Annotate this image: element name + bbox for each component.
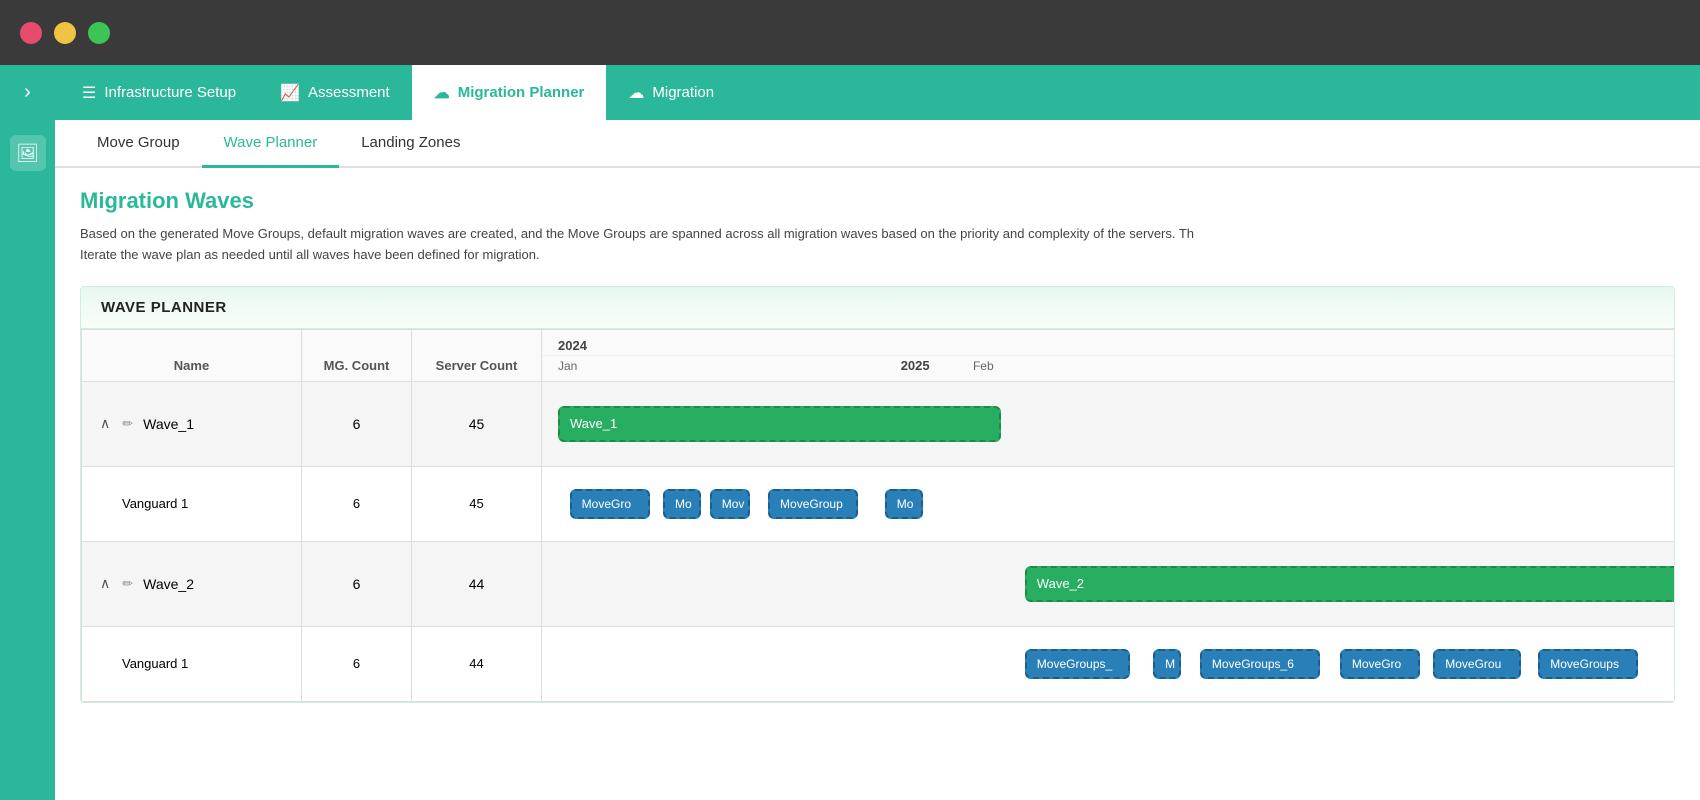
- gantt-bar-wave-0[interactable]: Wave_1: [558, 406, 1001, 442]
- gantt-bar-sub-1-0-1[interactable]: M: [1153, 649, 1181, 679]
- close-button[interactable]: [20, 22, 42, 44]
- th-name: Name: [82, 329, 302, 381]
- th-mg-count: MG. Count: [302, 329, 412, 381]
- nav-item-assessment[interactable]: 📈 Assessment: [258, 65, 412, 120]
- subgroup-mg-count-1-0: 6: [302, 626, 412, 701]
- nav-label-assessment: Assessment: [308, 84, 390, 101]
- subgroup-server-count-1-0: 44: [412, 626, 542, 701]
- gantt-bar-wave-1[interactable]: Wave_2: [1025, 566, 1675, 602]
- subgroup-name-cell-1-0: Vanguard 1: [82, 626, 302, 701]
- assessment-icon: 📈: [280, 83, 300, 103]
- wave-name-text-1: Wave_2: [143, 576, 194, 592]
- subgroup-row-1-0: Vanguard 1644MoveGroups_MMoveGroups_6Mov…: [82, 626, 1676, 701]
- wave-timeline-1: Wave_2: [542, 541, 1676, 626]
- wave-mg-count-0: 6: [302, 381, 412, 466]
- wave-row-1: ∧ ✏ Wave_2 644 Wave_2: [82, 541, 1676, 626]
- subgroup-server-count-0-0: 45: [412, 466, 542, 541]
- sidebar: 🖼: [0, 120, 55, 800]
- wave-planner-header: WAVE PLANNER: [81, 287, 1674, 329]
- nav-label-infrastructure: Infrastructure Setup: [104, 84, 236, 101]
- gantt-bar-sub-0-0-1[interactable]: Mo: [663, 489, 701, 519]
- nav-label-migration-planner: Migration Planner: [458, 84, 585, 101]
- content-area: Migration Waves Based on the generated M…: [55, 168, 1700, 723]
- wave-name-cell-0: ∧ ✏ Wave_1: [82, 381, 302, 466]
- wave-server-count-1: 44: [412, 541, 542, 626]
- gantt-bar-sub-0-0-3[interactable]: MoveGroup: [768, 489, 858, 519]
- title-bar: [0, 0, 1700, 65]
- top-nav: › ☰ Infrastructure Setup 📈 Assessment ☁ …: [0, 65, 1700, 120]
- tab-wave-planner[interactable]: Wave Planner: [202, 120, 340, 168]
- wave-mg-count-1: 6: [302, 541, 412, 626]
- gantt-bar-sub-1-0-2[interactable]: MoveGroups_6: [1200, 649, 1320, 679]
- wave-planner-box: WAVE PLANNER Name: [80, 286, 1675, 703]
- tabs-bar: Move Group Wave Planner Landing Zones: [55, 120, 1700, 168]
- subgroup-timeline-1-0: MoveGroups_ M MoveGroups_6 MoveGro MoveGrou M…: [542, 626, 1676, 701]
- wave-row-0: ∧ ✏ Wave_1 645 Wave_1: [82, 381, 1676, 466]
- wave-name-text-0: Wave_1: [143, 416, 194, 432]
- edit-wave-0[interactable]: ✏: [120, 414, 135, 434]
- gantt-bar-sub-0-0-4[interactable]: Mo: [885, 489, 923, 519]
- nav-toggle-button[interactable]: ›: [0, 65, 55, 120]
- migration-planner-icon: ☁: [434, 83, 450, 103]
- gantt-bar-sub-0-0-0[interactable]: MoveGro: [570, 489, 650, 519]
- gantt-bar-sub-0-0-2[interactable]: Mov: [710, 489, 750, 519]
- collapse-wave-1[interactable]: ∧: [98, 573, 112, 594]
- subgroup-row-0-0: Vanguard 1645 MoveGro Mo Mov MoveGroup Mo: [82, 466, 1676, 541]
- subgroup-name-cell-0-0: Vanguard 1: [82, 466, 302, 541]
- tab-move-group[interactable]: Move Group: [75, 120, 202, 168]
- nav-item-migration-planner[interactable]: ☁ Migration Planner: [412, 65, 607, 120]
- nav-item-migration[interactable]: ☁ Migration: [606, 65, 736, 120]
- minimize-button[interactable]: [54, 22, 76, 44]
- nav-item-infrastructure[interactable]: ☰ Infrastructure Setup: [60, 65, 258, 120]
- image-icon: 🖼: [16, 143, 39, 164]
- gantt-bar-sub-1-0-0[interactable]: MoveGroups_: [1025, 649, 1130, 679]
- month-jan-feb: Jan 2025 Feb: [542, 355, 1676, 381]
- infrastructure-icon: ☰: [82, 83, 96, 103]
- main-content: Move Group Wave Planner Landing Zones Mi…: [55, 120, 1700, 800]
- section-title: Migration Waves: [80, 188, 1675, 214]
- hamburger-icon: ›: [24, 81, 31, 104]
- sidebar-icon-image[interactable]: 🖼: [10, 135, 46, 171]
- section-description: Based on the generated Move Groups, defa…: [80, 224, 1480, 266]
- tab-landing-zones[interactable]: Landing Zones: [339, 120, 482, 168]
- migration-icon: ☁: [628, 83, 644, 103]
- th-server-count: Server Count: [412, 329, 542, 381]
- main-layout: 🖼 Move Group Wave Planner Landing Zones …: [0, 120, 1700, 800]
- year-2024: 2024: [542, 329, 1676, 355]
- gantt-bar-sub-1-0-5[interactable]: MoveGroups: [1538, 649, 1638, 679]
- wave-name-cell-1: ∧ ✏ Wave_2: [82, 541, 302, 626]
- nav-label-migration: Migration: [652, 84, 714, 101]
- subgroup-timeline-0-0: MoveGro Mo Mov MoveGroup Mo: [542, 466, 1676, 541]
- maximize-button[interactable]: [88, 22, 110, 44]
- edit-wave-1[interactable]: ✏: [120, 574, 135, 594]
- gantt-bar-sub-1-0-4[interactable]: MoveGrou: [1433, 649, 1521, 679]
- wave-server-count-0: 45: [412, 381, 542, 466]
- planner-table: Name MG. Count Server Count 2024: [81, 329, 1675, 702]
- subgroup-mg-count-0-0: 6: [302, 466, 412, 541]
- wave-timeline-0: Wave_1: [542, 381, 1676, 466]
- year-header-row: Name MG. Count Server Count 2024: [82, 329, 1676, 355]
- collapse-wave-0[interactable]: ∧: [98, 413, 112, 434]
- gantt-bar-sub-1-0-3[interactable]: MoveGro: [1340, 649, 1420, 679]
